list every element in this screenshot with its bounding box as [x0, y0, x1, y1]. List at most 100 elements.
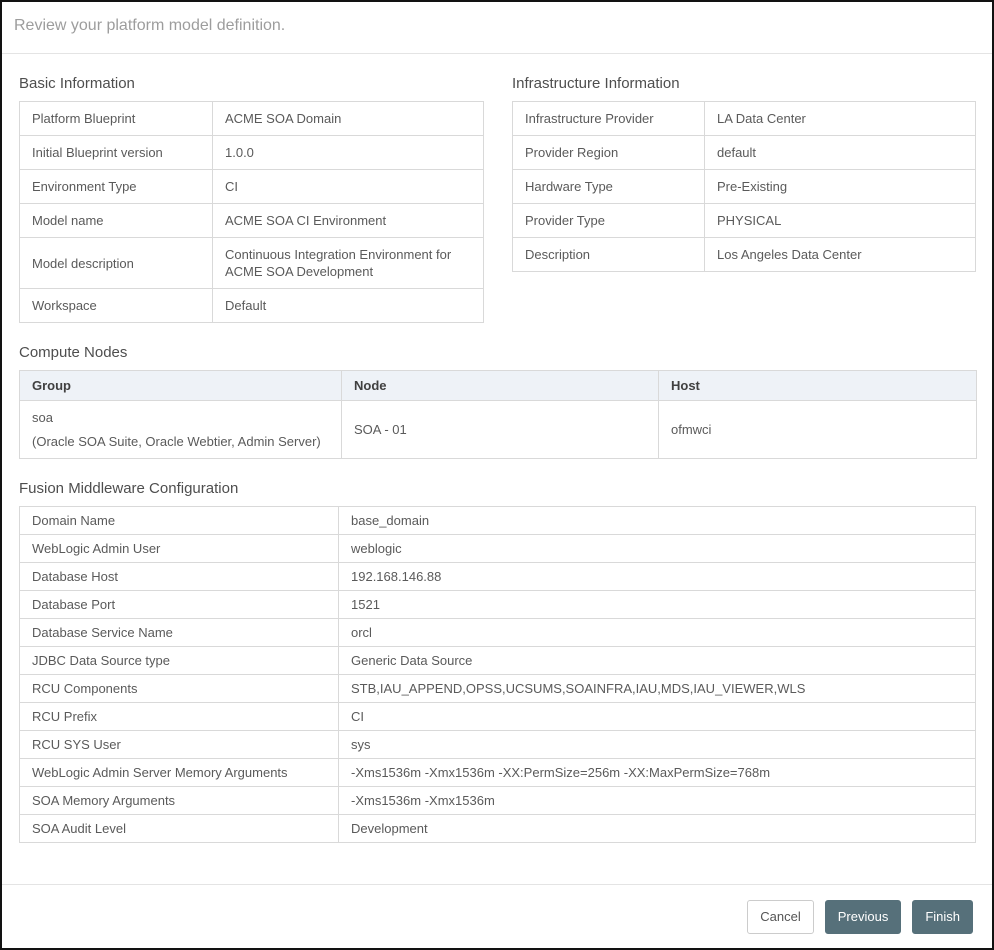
dialog-title: Review your platform model definition.	[14, 17, 285, 34]
field-value: 192.168.146.88	[339, 563, 976, 591]
table-row: Model name ACME SOA CI Environment	[20, 204, 484, 238]
field-value: -Xms1536m -Xmx1536m	[339, 787, 976, 815]
compute-nodes-section: Compute Nodes Group Node Host soa (Oracl…	[19, 344, 975, 459]
field-value: Pre-Existing	[705, 170, 976, 204]
field-label: RCU SYS User	[20, 731, 339, 759]
table-row: WebLogic Admin User weblogic	[20, 535, 976, 563]
group-name: soa	[32, 409, 329, 426]
infrastructure-section: Infrastructure Information Infrastructur…	[512, 54, 976, 272]
infrastructure-info-table: Infrastructure Provider LA Data Center P…	[512, 101, 976, 272]
field-label: Environment Type	[20, 170, 213, 204]
fmw-config-table: Domain Name base_domain WebLogic Admin U…	[19, 506, 976, 843]
fmw-config-section: Fusion Middleware Configuration Domain N…	[19, 480, 975, 843]
section-title-basic-information: Basic Information	[19, 75, 484, 92]
field-label: RCU Prefix	[20, 703, 339, 731]
host-cell: ofmwci	[659, 401, 977, 459]
field-label: Database Port	[20, 591, 339, 619]
field-label: Model name	[20, 204, 213, 238]
field-label: WebLogic Admin Server Memory Arguments	[20, 759, 339, 787]
table-row: Database Service Name orcl	[20, 619, 976, 647]
field-value: base_domain	[339, 507, 976, 535]
previous-button[interactable]: Previous	[825, 900, 902, 934]
field-value: Default	[213, 289, 484, 323]
field-label: Database Host	[20, 563, 339, 591]
table-row: SOA Memory Arguments -Xms1536m -Xmx1536m	[20, 787, 976, 815]
table-row: WebLogic Admin Server Memory Arguments -…	[20, 759, 976, 787]
field-label: Model description	[20, 238, 213, 289]
field-label: SOA Memory Arguments	[20, 787, 339, 815]
group-detail: (Oracle SOA Suite, Oracle Webtier, Admin…	[32, 433, 329, 450]
dialog-footer: Cancel Previous Finish	[2, 884, 992, 948]
field-label: Description	[513, 238, 705, 272]
field-value: ACME SOA Domain	[213, 102, 484, 136]
field-value: default	[705, 136, 976, 170]
table-row: soa (Oracle SOA Suite, Oracle Webtier, A…	[20, 401, 977, 459]
field-value: Development	[339, 815, 976, 843]
field-value: Generic Data Source	[339, 647, 976, 675]
column-header-group: Group	[20, 371, 342, 401]
table-row: JDBC Data Source type Generic Data Sourc…	[20, 647, 976, 675]
compute-nodes-table: Group Node Host soa (Oracle SOA Suite, O…	[19, 370, 977, 459]
table-row: Model description Continuous Integration…	[20, 238, 484, 289]
node-cell: SOA - 01	[342, 401, 659, 459]
field-value: orcl	[339, 619, 976, 647]
field-label: JDBC Data Source type	[20, 647, 339, 675]
field-label: Workspace	[20, 289, 213, 323]
field-value: LA Data Center	[705, 102, 976, 136]
table-row: Provider Region default	[513, 136, 976, 170]
field-label: Hardware Type	[513, 170, 705, 204]
field-value: ACME SOA CI Environment	[213, 204, 484, 238]
table-header-row: Group Node Host	[20, 371, 977, 401]
field-value: -Xms1536m -Xmx1536m -XX:PermSize=256m -X…	[339, 759, 976, 787]
group-cell: soa (Oracle SOA Suite, Oracle Webtier, A…	[20, 401, 342, 459]
table-row: Environment Type CI	[20, 170, 484, 204]
field-value: CI	[339, 703, 976, 731]
table-row: Hardware Type Pre-Existing	[513, 170, 976, 204]
field-label: Infrastructure Provider	[513, 102, 705, 136]
dialog-content: Basic Information Platform Blueprint ACM…	[2, 54, 992, 843]
top-row: Basic Information Platform Blueprint ACM…	[19, 54, 975, 323]
table-row: Description Los Angeles Data Center	[513, 238, 976, 272]
field-value: weblogic	[339, 535, 976, 563]
review-dialog: Review your platform model definition. B…	[0, 0, 994, 950]
column-header-node: Node	[342, 371, 659, 401]
table-row: Database Host 192.168.146.88	[20, 563, 976, 591]
cancel-button[interactable]: Cancel	[747, 900, 813, 934]
field-label: Platform Blueprint	[20, 102, 213, 136]
table-row: RCU Prefix CI	[20, 703, 976, 731]
field-label: WebLogic Admin User	[20, 535, 339, 563]
basic-info-table: Platform Blueprint ACME SOA Domain Initi…	[19, 101, 484, 323]
column-header-host: Host	[659, 371, 977, 401]
field-label: RCU Components	[20, 675, 339, 703]
field-label: Domain Name	[20, 507, 339, 535]
field-label: Initial Blueprint version	[20, 136, 213, 170]
field-label: SOA Audit Level	[20, 815, 339, 843]
finish-button[interactable]: Finish	[912, 900, 973, 934]
table-row: Platform Blueprint ACME SOA Domain	[20, 102, 484, 136]
table-row: Domain Name base_domain	[20, 507, 976, 535]
field-value: PHYSICAL	[705, 204, 976, 238]
dialog-header: Review your platform model definition.	[2, 2, 992, 54]
table-row: Database Port 1521	[20, 591, 976, 619]
field-value: Los Angeles Data Center	[705, 238, 976, 272]
table-row: SOA Audit Level Development	[20, 815, 976, 843]
field-value: 1521	[339, 591, 976, 619]
field-label: Provider Region	[513, 136, 705, 170]
field-label: Provider Type	[513, 204, 705, 238]
section-title-compute-nodes: Compute Nodes	[19, 344, 975, 361]
field-value: sys	[339, 731, 976, 759]
field-value: CI	[213, 170, 484, 204]
basic-info-section: Basic Information Platform Blueprint ACM…	[19, 54, 484, 323]
table-row: RCU SYS User sys	[20, 731, 976, 759]
table-row: RCU Components STB,IAU_APPEND,OPSS,UCSUM…	[20, 675, 976, 703]
field-value: 1.0.0	[213, 136, 484, 170]
field-value: Continuous Integration Environment for A…	[213, 238, 484, 289]
section-title-fusion-middleware-configuration: Fusion Middleware Configuration	[19, 480, 975, 497]
table-row: Workspace Default	[20, 289, 484, 323]
table-row: Provider Type PHYSICAL	[513, 204, 976, 238]
table-row: Infrastructure Provider LA Data Center	[513, 102, 976, 136]
table-row: Initial Blueprint version 1.0.0	[20, 136, 484, 170]
section-title-infrastructure-information: Infrastructure Information	[512, 75, 976, 92]
field-value: STB,IAU_APPEND,OPSS,UCSUMS,SOAINFRA,IAU,…	[339, 675, 976, 703]
field-label: Database Service Name	[20, 619, 339, 647]
